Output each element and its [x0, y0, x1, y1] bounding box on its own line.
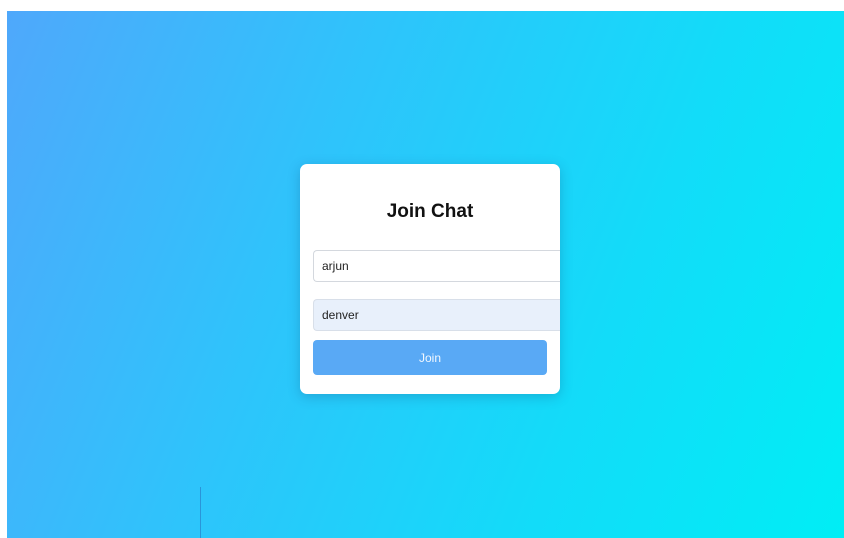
room-input[interactable] — [313, 299, 560, 331]
username-input[interactable] — [313, 250, 560, 282]
join-chat-card: Join Chat Join — [300, 164, 560, 394]
card-title: Join Chat — [386, 201, 474, 222]
background-streak — [200, 487, 201, 538]
join-button[interactable]: Join — [313, 340, 547, 375]
page-background: Join Chat Join — [7, 11, 844, 538]
